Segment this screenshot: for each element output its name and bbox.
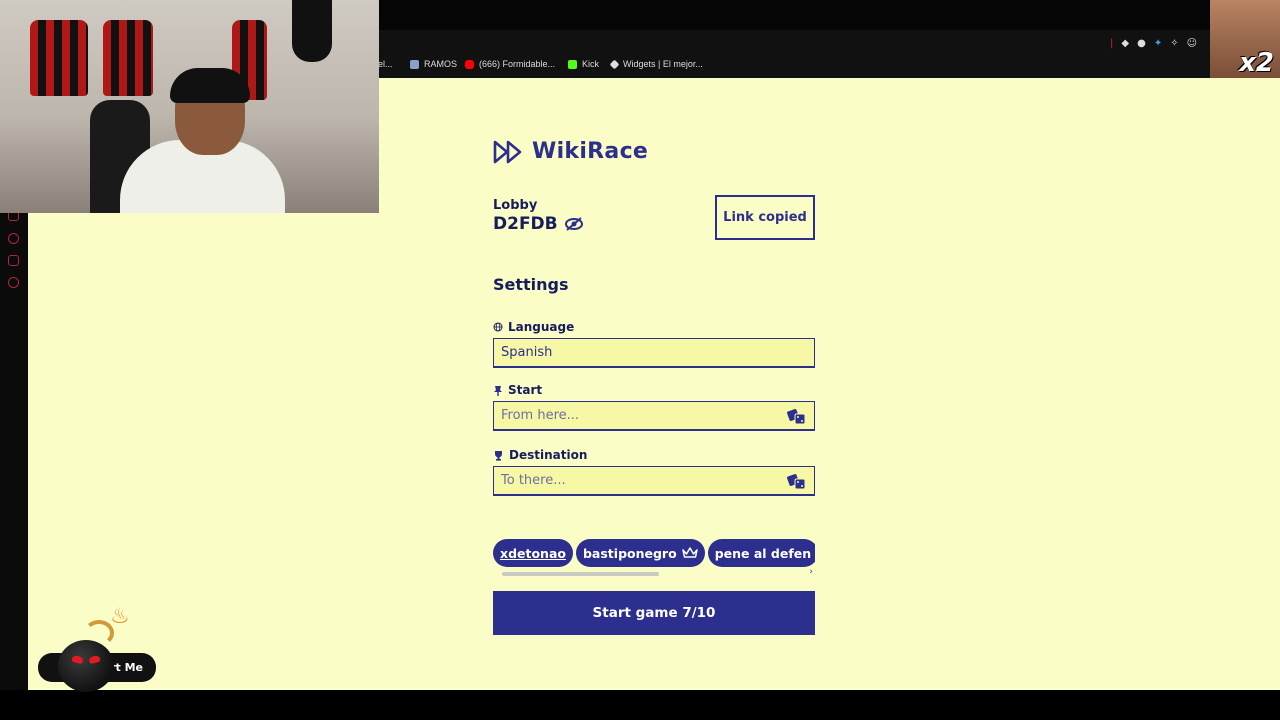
start-label: Start — [493, 383, 542, 397]
scroll-right-icon[interactable]: › — [809, 567, 813, 577]
extension-translate-icon[interactable]: ✦ — [1154, 38, 1162, 49]
start-input[interactable]: From here... — [493, 401, 815, 431]
lobby-code-text: D2FDB — [493, 214, 558, 234]
bomb-icon — [58, 640, 114, 692]
bomb-eye-image — [71, 654, 84, 665]
player-chip[interactable]: pene al defen — [707, 539, 815, 567]
youtube-icon — [465, 59, 474, 69]
bookmark-el[interactable]: el... — [378, 59, 393, 69]
webcam-overlay — [0, 0, 379, 213]
kick-icon — [568, 59, 577, 69]
player-chip[interactable]: bastiponegro — [575, 539, 705, 567]
language-select[interactable]: Spanish — [493, 338, 815, 368]
start-game-button[interactable]: Start game 7/10 — [493, 591, 815, 635]
lobby-code: D2FDB — [493, 214, 584, 234]
banner-image — [292, 0, 332, 62]
random-dice-icon[interactable] — [787, 408, 806, 425]
language-label: Language — [493, 320, 574, 334]
corner-reaction-cam: x2 — [1210, 0, 1280, 78]
lobby-label: Lobby — [493, 198, 538, 213]
app-logo: WikiRace — [493, 139, 648, 164]
bookmark-ramos[interactable]: RAMOS — [410, 59, 457, 69]
globe-icon — [493, 322, 503, 332]
bookmark-youtube[interactable]: (666) Formidable... — [465, 59, 555, 69]
rail-history-icon[interactable] — [8, 233, 19, 244]
person-hair-image — [170, 68, 250, 103]
trophy-icon — [495, 450, 502, 461]
start-placeholder: From here... — [501, 408, 580, 423]
extension-ghost-icon[interactable]: ● — [1137, 38, 1146, 49]
widget-label: rt Me — [110, 661, 143, 674]
random-dice-icon[interactable] — [787, 473, 806, 490]
app-title: WikiRace — [532, 139, 649, 164]
bookmark-kick[interactable]: Kick — [568, 59, 599, 69]
player-chip[interactable]: xdetonao — [493, 539, 573, 567]
jersey-image — [103, 20, 153, 96]
widget-icon — [609, 59, 620, 69]
eye-off-icon[interactable] — [564, 216, 584, 232]
player-list[interactable]: xdetonao bastiponegro pene al defen — [493, 539, 815, 569]
destination-label: Destination — [493, 448, 587, 462]
destination-input[interactable]: To there... — [493, 466, 815, 496]
bookmark-widgets[interactable]: Widgets | El mejor... — [609, 59, 703, 69]
separator-icon: | — [1110, 38, 1114, 49]
scrollbar-thumb[interactable] — [502, 572, 659, 576]
extensions-puzzle-icon[interactable]: ✧ — [1170, 38, 1178, 49]
profile-icon[interactable]: ☺ — [1187, 38, 1197, 49]
extensions-toolbar: | ◆ ● ✦ ✧ ☺ — [1110, 38, 1197, 49]
crown-icon — [681, 547, 698, 558]
copy-link-button[interactable]: Link copied — [715, 195, 815, 240]
destination-placeholder: To there... — [501, 473, 566, 488]
rail-settings-icon[interactable] — [8, 277, 19, 288]
multiplier-badge: x2 — [1239, 48, 1274, 78]
flame-icon: ♨ — [110, 604, 130, 629]
language-value: Spanish — [501, 345, 553, 360]
bottom-bar — [0, 690, 1280, 720]
bomb-eye-image — [88, 654, 101, 665]
jersey-image — [30, 20, 88, 96]
fast-forward-icon — [493, 140, 522, 163]
settings-title: Settings — [493, 275, 569, 294]
pin-icon — [494, 385, 502, 396]
image-icon — [410, 59, 419, 69]
rail-send-icon[interactable] — [8, 255, 19, 266]
extension-shield-icon[interactable]: ◆ — [1121, 38, 1129, 49]
player-list-scrollbar[interactable]: › — [493, 567, 815, 577]
